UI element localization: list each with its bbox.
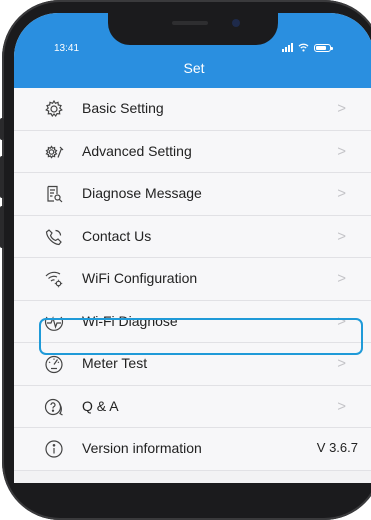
menu-item-meter-test[interactable]: Meter Test > bbox=[14, 343, 371, 386]
phone-side-button bbox=[0, 206, 4, 248]
cellular-signal-icon bbox=[282, 43, 293, 52]
menu-item-label: Meter Test bbox=[82, 355, 148, 371]
phone-icon bbox=[44, 227, 64, 247]
chevron-right-icon: > bbox=[337, 355, 346, 372]
gear-icon bbox=[44, 99, 64, 119]
menu-item-wifi-configuration[interactable]: WiFi Configuration > bbox=[14, 258, 371, 301]
battery-icon bbox=[314, 43, 333, 52]
page-title: Set bbox=[183, 60, 205, 76]
info-icon bbox=[44, 439, 64, 459]
pulse-icon bbox=[44, 312, 64, 332]
chevron-right-icon: > bbox=[337, 100, 346, 117]
menu-item-label: Basic Setting bbox=[82, 100, 164, 116]
status-icons bbox=[282, 43, 333, 52]
menu-item-wifi-diagnose[interactable]: Wi-Fi Diagnose > bbox=[14, 300, 371, 343]
menu-item-label: Version information bbox=[82, 440, 202, 456]
menu-item-basic-setting[interactable]: Basic Setting > bbox=[14, 88, 371, 131]
question-chat-icon bbox=[44, 397, 64, 417]
menu-item-label: Q & A bbox=[82, 397, 119, 414]
chevron-right-icon: > bbox=[337, 142, 346, 160]
menu-item-contact-us[interactable]: Contact Us > bbox=[14, 215, 371, 258]
phone-side-button bbox=[0, 156, 4, 198]
wifi-settings-icon bbox=[44, 269, 64, 289]
chevron-right-icon: > bbox=[337, 227, 346, 245]
menu-item-label: Diagnose Message bbox=[82, 185, 202, 201]
chevron-right-icon: > bbox=[337, 185, 346, 202]
menu-item-label: WiFi Configuration bbox=[82, 270, 198, 286]
gauge-icon bbox=[44, 354, 64, 374]
chevron-right-icon: > bbox=[337, 397, 346, 415]
menu-item-q-and-a[interactable]: Q & A > bbox=[14, 385, 371, 428]
menu-item-label: Contact Us bbox=[82, 227, 152, 244]
menu-item-diagnose-message[interactable]: Diagnose Message > bbox=[14, 173, 371, 216]
version-value: V 3.6.7 bbox=[316, 440, 358, 455]
menu-item-label: Wi-Fi Diagnose bbox=[82, 312, 178, 329]
document-search-icon bbox=[44, 184, 64, 204]
device-notch bbox=[108, 13, 278, 45]
gear-wrench-icon bbox=[44, 142, 64, 162]
menu-item-version-information[interactable]: Version information V 3.6.7 bbox=[14, 428, 371, 471]
chevron-right-icon: > bbox=[337, 270, 346, 287]
wifi-icon bbox=[298, 43, 309, 52]
status-time: 13:41 bbox=[54, 43, 80, 54]
phone-side-button bbox=[0, 118, 4, 140]
menu-item-label: Advanced Setting bbox=[82, 142, 192, 159]
app-screen: 13:41 Set Basic Setting > Advanced Setti… bbox=[14, 13, 371, 483]
menu-item-advanced-setting[interactable]: Advanced Setting > bbox=[14, 130, 371, 173]
speaker-grille bbox=[172, 21, 208, 25]
front-camera bbox=[232, 19, 240, 27]
chevron-right-icon: > bbox=[337, 312, 346, 330]
app-header: 13:41 Set bbox=[14, 13, 371, 88]
settings-menu: Basic Setting > Advanced Setting > Diagn… bbox=[14, 88, 371, 471]
